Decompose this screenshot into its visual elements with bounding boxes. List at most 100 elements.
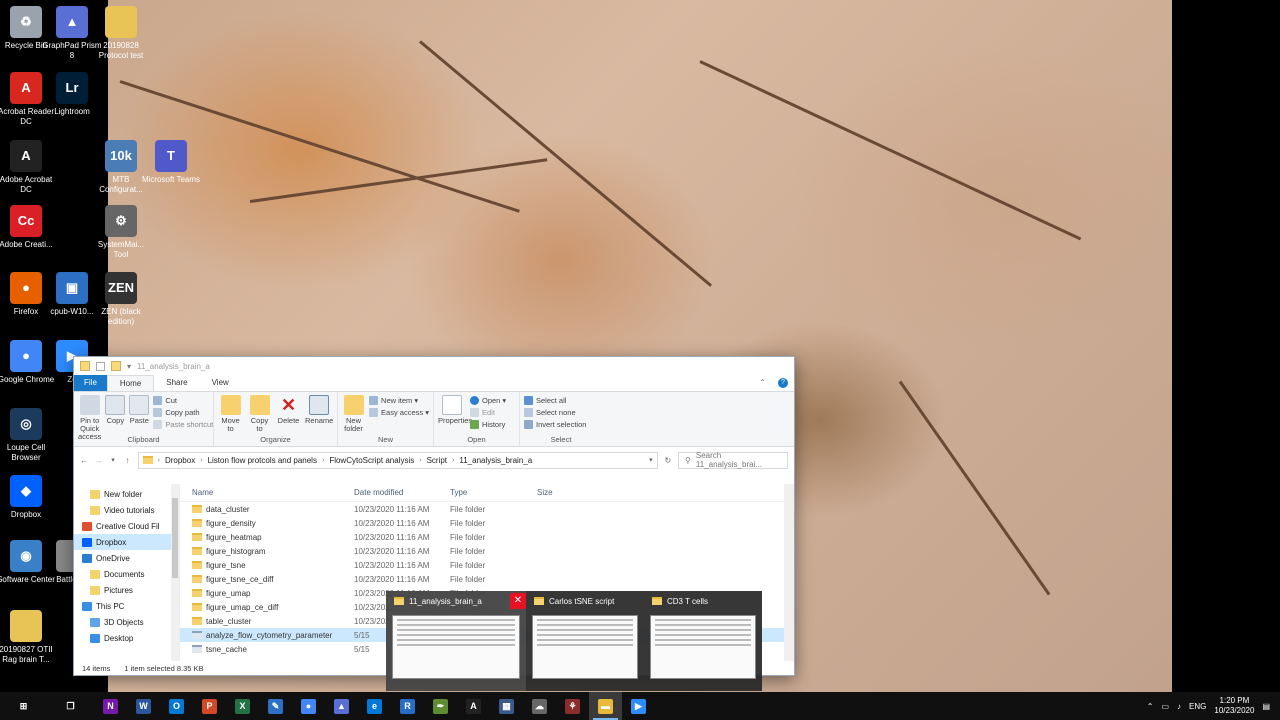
taskbar-button[interactable]: X	[226, 692, 259, 720]
file-row[interactable]: figure_histogram 10/23/2020 11:16 AM File …	[180, 544, 794, 558]
chevron-up-icon[interactable]: ⌃	[1147, 702, 1154, 711]
taskbar-button[interactable]: ✎	[259, 692, 292, 720]
pin-icon	[79, 395, 100, 415]
breadcrumb-script[interactable]: Script	[427, 456, 447, 465]
network-icon[interactable]: ▭	[1161, 702, 1169, 711]
taskbar-button[interactable]: ⚘	[556, 692, 589, 720]
notification-icon[interactable]: ▤	[1262, 702, 1270, 711]
taskbar-button[interactable]: ❐	[47, 692, 94, 720]
nav-item[interactable]: Video tutorials	[74, 502, 179, 518]
taskbar-button[interactable]: ⊞	[0, 692, 47, 720]
file-row[interactable]: figure_density 10/23/2020 11:16 AM File fo…	[180, 516, 794, 530]
close-icon[interactable]: ✕	[510, 593, 526, 609]
refresh-icon[interactable]: ↻	[664, 456, 672, 465]
file-row[interactable]: data_cluster 10/23/2020 11:16 AM File fold…	[180, 502, 794, 516]
desktop-icon[interactable]: ◆ Dropbox	[0, 475, 56, 520]
folder-icon	[82, 553, 92, 563]
ribbon: Pin to Quick access Copy Paste Cut Copy …	[74, 391, 794, 447]
file-row[interactable]: figure_tsne_ce_diff 10/23/2020 11:16 AM Fi…	[180, 572, 794, 586]
nav-item[interactable]: Pictures	[74, 582, 179, 598]
desktop-icon-label: Adobe Acrobat DC	[0, 175, 53, 194]
taskbar-button[interactable]: W	[127, 692, 160, 720]
taskbar-button[interactable]: e	[358, 692, 391, 720]
desktop-icon[interactable]: Lr Lightroom	[42, 72, 102, 117]
forward-arrow-icon[interactable]: →	[94, 456, 103, 465]
checkbox-icon[interactable]	[96, 361, 105, 371]
nav-item[interactable]: OneDrive	[74, 550, 179, 566]
taskbar-button[interactable]: P	[193, 692, 226, 720]
taskbar-button[interactable]: A	[457, 692, 490, 720]
taskbar-button[interactable]: ✒	[424, 692, 457, 720]
desktop-icon[interactable]: T Microsoft Teams	[141, 140, 201, 185]
column-date[interactable]: Date modified	[354, 488, 450, 497]
nav-item[interactable]: 3D Objects	[74, 614, 179, 630]
taskbar-button[interactable]: ▬	[589, 692, 622, 720]
recent-dropdown-icon[interactable]: ▾	[109, 456, 117, 464]
column-type[interactable]: Type	[450, 488, 537, 497]
tab-share[interactable]: Share	[154, 375, 199, 391]
column-name[interactable]: Name	[180, 488, 354, 497]
collapse-ribbon-icon[interactable]: ⌃	[753, 375, 772, 391]
cut-button[interactable]: Cut	[153, 396, 213, 405]
desktop-icon[interactable]: ZEN ZEN (black edition)	[91, 272, 151, 327]
copy-path-button[interactable]: Copy path	[153, 408, 213, 417]
easy-access-button[interactable]: Easy access ▾	[369, 408, 429, 417]
title-bar[interactable]: ▾ 11_analysis_brain_a	[74, 357, 794, 375]
taskbar-button[interactable]: ▶	[622, 692, 655, 720]
breadcrumb-liston[interactable]: Liston flow protcols and panels	[208, 456, 317, 465]
file-row[interactable]: figure_heatmap 10/23/2020 11:16 AM File fo…	[180, 530, 794, 544]
open-button[interactable]: Open ▾	[470, 396, 506, 405]
breadcrumb-current[interactable]: 11_analysis_brain_a	[459, 456, 532, 465]
desktop-icon[interactable]: ◎ Loupe Cell Browser	[0, 408, 56, 463]
taskbar-button[interactable]: ▲	[325, 692, 358, 720]
taskbar-button[interactable]: ☁	[523, 692, 556, 720]
invert-selection-button[interactable]: Invert selection	[524, 420, 586, 429]
desktop-icon[interactable]: ⚙ SystemMai... Tool	[91, 205, 151, 260]
tab-home[interactable]: Home	[106, 375, 155, 391]
nav-scrollbar[interactable]	[171, 484, 179, 661]
new-folder-icon[interactable]	[111, 361, 121, 371]
nav-item[interactable]: Creative Cloud Fil	[74, 518, 179, 534]
new-item-button[interactable]: New item ▾	[369, 396, 429, 405]
desktop-icon[interactable]: Cc Adobe Creati...	[0, 205, 56, 250]
breadcrumb-flowcytoscript[interactable]: FlowCytoScript analysis	[329, 456, 414, 465]
search-input[interactable]: ⚲ Search 11_analysis_brai...	[678, 451, 789, 469]
thumbnail-window[interactable]: Carlos tSNE script	[526, 591, 644, 691]
desktop-icon[interactable]: A Adobe Acrobat DC	[0, 140, 56, 195]
nav-item[interactable]: Dropbox	[74, 534, 179, 550]
taskbar-button[interactable]: R	[391, 692, 424, 720]
taskbar-button[interactable]: ●	[292, 692, 325, 720]
history-button[interactable]: History	[470, 420, 506, 429]
paste-shortcut-button[interactable]: Paste shortcut	[153, 420, 213, 429]
desktop-icon[interactable]: 20190827 OTII Rag brain T...	[0, 610, 56, 665]
up-arrow-icon[interactable]: ↑	[123, 456, 131, 465]
file-list-scrollbar[interactable]	[784, 484, 794, 661]
nav-item[interactable]: Desktop	[74, 630, 179, 646]
nav-item[interactable]: This PC	[74, 598, 179, 614]
language-indicator[interactable]: ENG	[1189, 702, 1206, 711]
breadcrumb-dropbox[interactable]: Dropbox	[165, 456, 195, 465]
address-bar[interactable]: › Dropbox › Liston flow protcols and pan…	[137, 451, 658, 469]
help-icon[interactable]: ?	[772, 375, 794, 391]
thumbnail-window[interactable]: CD3 T cells	[644, 591, 762, 691]
file-row[interactable]: figure_tsne 10/23/2020 11:16 AM File folde…	[180, 558, 794, 572]
taskbar-button[interactable]: ▦	[490, 692, 523, 720]
taskbar-button[interactable]: O	[160, 692, 193, 720]
nav-item[interactable]: Documents	[74, 566, 179, 582]
file-date: 10/23/2020 11:16 AM	[354, 546, 430, 556]
edit-button[interactable]: Edit	[470, 408, 506, 417]
address-dropdown-icon[interactable]: ▾	[649, 456, 657, 464]
volume-icon[interactable]: ♪	[1177, 702, 1181, 711]
tab-file[interactable]: File	[74, 375, 107, 391]
thumbnail-window[interactable]: 11_analysis_brain_a ✕	[386, 591, 526, 691]
desktop-icon[interactable]: 20190828 Protocol test	[91, 6, 151, 61]
tab-view[interactable]: View	[200, 375, 241, 391]
select-none-button[interactable]: Select none	[524, 408, 586, 417]
qat-dropdown-icon[interactable]: ▾	[127, 362, 131, 371]
back-arrow-icon[interactable]: ←	[80, 456, 88, 465]
select-all-button[interactable]: Select all	[524, 396, 586, 405]
taskbar-button[interactable]: N	[94, 692, 127, 720]
clock[interactable]: 1:20 PM 10/23/2020	[1214, 696, 1254, 716]
nav-item[interactable]: New folder	[74, 486, 179, 502]
column-size[interactable]: Size	[537, 488, 597, 497]
